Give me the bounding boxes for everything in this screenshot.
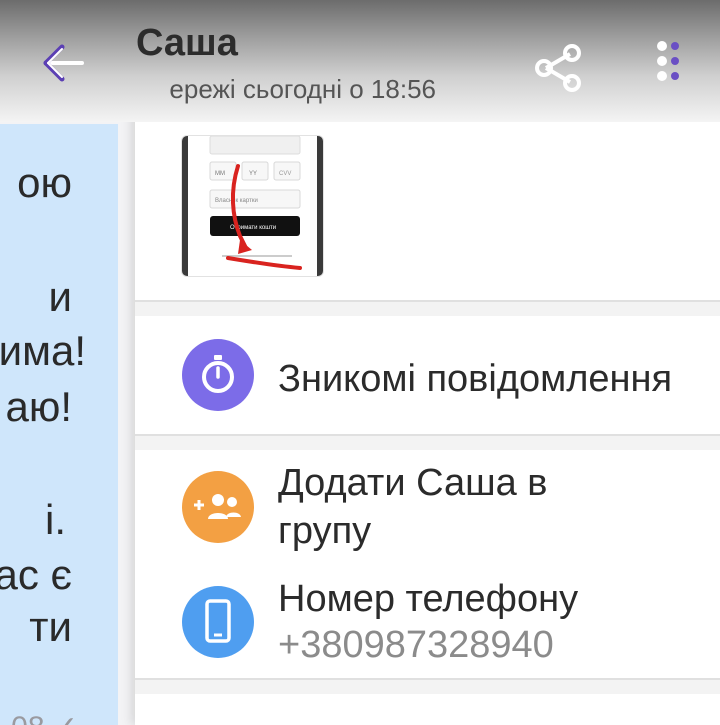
add-to-group-row[interactable]: Додати Саша в групу <box>135 450 720 562</box>
message-fragment: ою <box>17 159 72 206</box>
card-holder-text: Власник картки <box>215 198 258 204</box>
app-header: Саша ережі сьогодні о 18:56 <box>0 0 720 122</box>
phone-number-value: +380987328940 <box>278 624 554 666</box>
shared-media-row: MM YY CVV Власник картки Отримати кошти <box>135 124 720 300</box>
add-to-group-label-cont: групу <box>278 510 372 552</box>
phone-icon <box>182 586 254 658</box>
timer-icon <box>182 339 254 411</box>
share-button[interactable] <box>532 42 584 94</box>
back-button[interactable] <box>38 36 92 90</box>
more-options-button[interactable] <box>652 40 682 84</box>
disappearing-messages-label: Зникомі повідомлення <box>278 358 673 400</box>
contact-name: Саша <box>136 22 238 64</box>
message-time: 08 ✓ <box>11 710 78 725</box>
section-divider <box>135 300 720 316</box>
last-seen-status: ережі сьогодні о 18:56 <box>136 74 436 108</box>
add-group-icon <box>182 471 254 543</box>
expiry-month-text: MM <box>215 171 225 177</box>
expiry-year-text: YY <box>249 171 257 177</box>
screen: ою и има! аю! і. ас є ти 08 ✓ MM YY <box>0 0 720 725</box>
share-icon <box>535 44 581 92</box>
phone-number-label: Номер телефону <box>278 578 579 620</box>
message-fragment: ас є <box>0 551 72 598</box>
last-seen-text: ережі сьогодні о 18:56 <box>169 74 436 104</box>
card-form-screenshot: MM YY CVV Власник картки Отримати кошти <box>182 136 323 276</box>
message-fragment: и <box>48 273 72 320</box>
more-vertical-icon <box>657 41 679 81</box>
cvv-text: CVV <box>279 171 291 177</box>
disappearing-messages-row[interactable]: Зникомі повідомлення <box>135 316 720 434</box>
section-divider <box>135 434 720 450</box>
message-fragment: има! <box>0 327 86 374</box>
message-fragment: аю! <box>5 383 72 430</box>
add-to-group-label: Додати Саша в <box>278 462 548 504</box>
section-divider <box>135 678 720 694</box>
message-fragment: і. <box>45 496 66 543</box>
message-bubble[interactable]: ою и има! аю! і. ас є ти 08 ✓ <box>0 124 118 725</box>
phone-number-row[interactable]: Номер телефону +380987328940 <box>135 566 720 678</box>
media-thumbnail[interactable]: MM YY CVV Власник картки Отримати кошти <box>182 136 323 276</box>
message-fragment: ти <box>29 603 72 650</box>
back-arrow-icon <box>43 44 84 82</box>
